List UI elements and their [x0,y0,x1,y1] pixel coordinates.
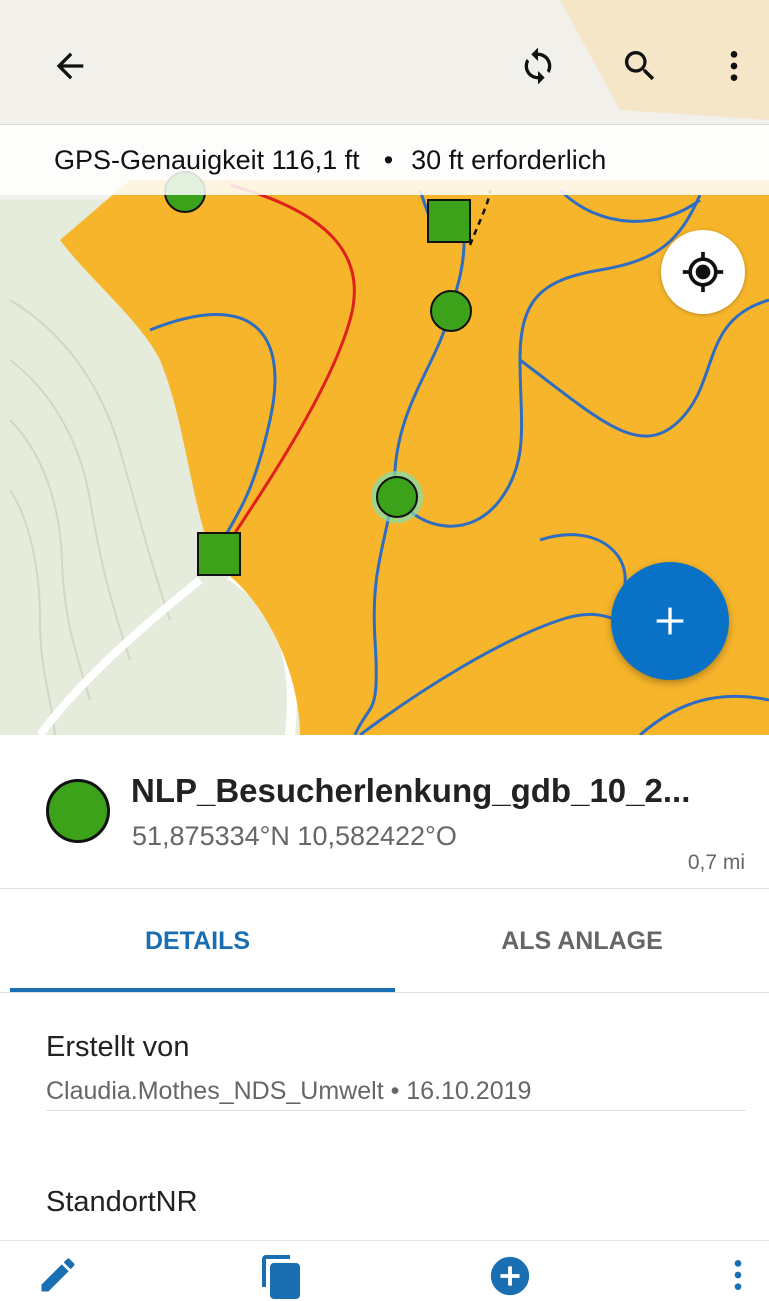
gps-accuracy-bar: GPS-Genauigkeit 116,1 ft • 30 ft erforde… [0,124,769,195]
map-square-marker[interactable] [427,199,471,243]
sync-button[interactable] [502,30,574,102]
gps-separator: • [383,144,394,175]
copy-button[interactable] [242,1242,322,1300]
map-square-marker[interactable] [197,532,241,576]
sync-icon [524,47,552,85]
tab-bar: DETAILS ALS ANLAGE [0,890,769,993]
pencil-icon [41,1258,75,1292]
copy-icon [262,1255,300,1299]
feature-title: NLP_Besucherlenkung_gdb_10_2... [131,772,691,809]
more-vertical-icon [730,51,738,81]
plus-icon [656,607,684,635]
bottom-action-bar [0,1240,769,1301]
field-value-created-by: Claudia.Mothes_NDS_Umwelt • 16.10.2019 [46,1077,532,1105]
field-label-created-by: Erstellt von [46,1031,190,1063]
gps-accuracy-text: GPS-Genauigkeit 116,1 ft [54,144,360,175]
back-button[interactable] [34,30,106,102]
search-icon [624,51,655,81]
field-label-standortnr: StandortNR [46,1186,198,1218]
feature-coordinates: 51,875334°N 10,582422°O [132,821,457,851]
edit-button[interactable] [18,1242,98,1300]
tab-attachments[interactable]: ALS ANLAGE [395,890,769,992]
field-divider [46,1110,746,1111]
more-actions-button[interactable] [698,1242,769,1300]
add-feature-button[interactable] [611,562,729,680]
feature-symbol [46,779,110,843]
top-app-bar [0,0,769,124]
feature-header [0,735,769,889]
map-point-marker[interactable] [430,290,472,332]
tab-details[interactable]: DETAILS [0,890,395,992]
search-button[interactable] [604,30,676,102]
overflow-menu-button[interactable] [698,30,769,102]
selected-point-marker[interactable] [376,476,418,518]
add-circle-icon [490,1256,530,1296]
more-vertical-icon [734,1260,742,1290]
gps-required-text: 30 ft erforderlich [411,144,607,175]
add-related-button[interactable] [470,1242,550,1300]
feature-distance: 0,7 mi [687,851,745,874]
crosshair-icon [682,251,724,293]
arrow-left-icon [56,52,84,80]
locate-button[interactable] [661,230,745,314]
active-tab-indicator [10,988,395,992]
